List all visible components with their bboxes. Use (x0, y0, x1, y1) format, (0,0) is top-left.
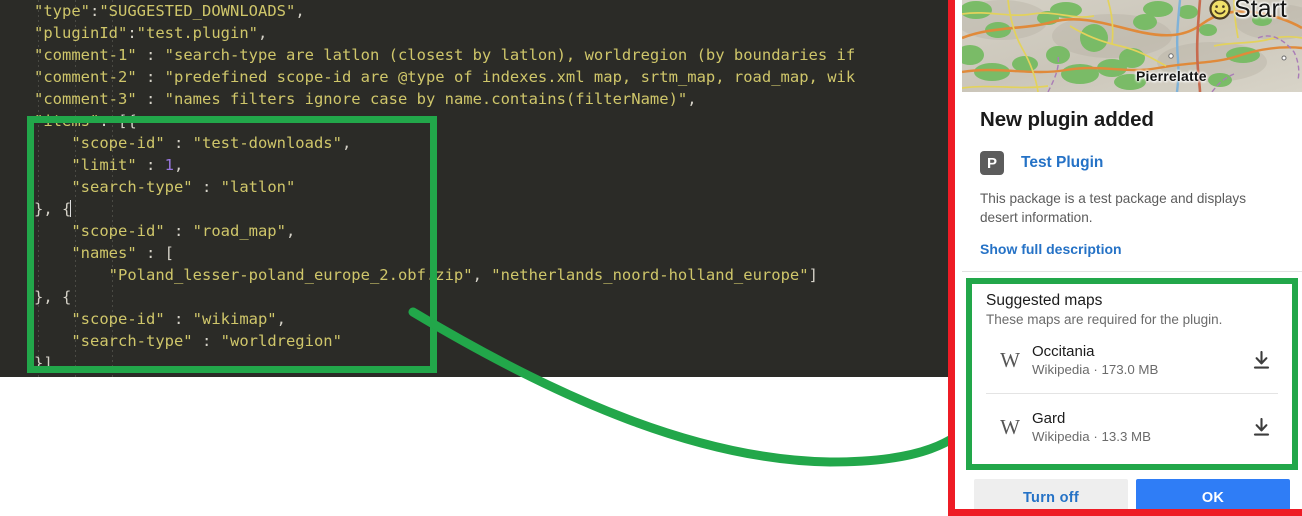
dialog-body: New plugin added P Test Plugin This pack… (962, 92, 1302, 257)
plugin-name-link[interactable]: Test Plugin (1021, 154, 1103, 172)
map-preview[interactable]: Start Pierrelatte (962, 0, 1302, 92)
suggested-map-text: Occitania Wikipedia · 173.0 MB (1032, 343, 1244, 377)
suggested-maps-subtitle: These maps are required for the plugin. (986, 312, 1223, 327)
map-place-label: Pierrelatte (1136, 68, 1207, 84)
code-content[interactable]: "type":"SUGGESTED_DOWNLOADS", "pluginId":… (0, 0, 855, 374)
suggested-map-row[interactable]: W Occitania Wikipedia · 173.0 MB (986, 327, 1278, 393)
suggested-maps-title: Suggested maps (986, 292, 1103, 309)
screenshot-root: "type":"SUGGESTED_DOWNLOADS", "pluginId":… (0, 0, 1302, 516)
map-start-label: Start (1234, 0, 1287, 23)
suggested-maps-section: Suggested maps These maps are required f… (972, 284, 1292, 464)
ok-button[interactable]: OK (1136, 479, 1290, 509)
code-line: }] (34, 354, 53, 372)
code-editor-pane[interactable]: "type":"SUGGESTED_DOWNLOADS", "pluginId":… (0, 0, 950, 377)
download-icon[interactable] (1244, 350, 1278, 370)
code-line: "comment-2" : "predefined scope-id are @… (34, 68, 856, 86)
code-line: "comment-1" : "search-type are latlon (c… (34, 46, 856, 64)
code-line: "scope-id" : "test-downloads", (71, 134, 352, 152)
code-line: "search-type" : "worldregion" (71, 332, 342, 350)
turn-off-button[interactable]: Turn off (974, 479, 1128, 509)
suggested-map-meta: Wikipedia · 13.3 MB (1032, 429, 1151, 444)
plugin-description: This package is a test package and displ… (980, 191, 1246, 225)
code-line: }, { (34, 200, 72, 218)
wikipedia-icon: W (1000, 414, 1020, 439)
plugin-dialog[interactable]: Start Pierrelatte New plugin added P Tes… (962, 0, 1302, 509)
show-full-description-link[interactable]: Show full description (980, 241, 1284, 257)
suggested-map-row[interactable]: W Gard Wikipedia · 13.3 MB (986, 393, 1278, 460)
suggested-map-name: Gard (1032, 410, 1066, 427)
wikipedia-icon: W (1000, 347, 1020, 372)
code-line: }, { (34, 288, 72, 306)
code-line: "limit" : 1, (71, 156, 184, 174)
code-line: "comment-3" : "names filters ignore case… (34, 90, 697, 108)
suggested-map-text: Gard Wikipedia · 13.3 MB (1032, 410, 1244, 444)
plugin-badge-icon: P (980, 151, 1004, 175)
plugin-dialog-red-highlight-box: Start Pierrelatte New plugin added P Tes… (948, 0, 1302, 516)
suggested-map-meta: Wikipedia · 173.0 MB (1032, 362, 1159, 377)
start-point-marker-icon (1209, 0, 1231, 20)
suggested-map-name: Occitania (1032, 343, 1095, 360)
code-line: "scope-id" : "wikimap", (71, 310, 286, 328)
text-caret (70, 200, 72, 217)
divider (962, 271, 1302, 272)
suggested-maps-green-highlight-box: Suggested maps These maps are required f… (966, 278, 1298, 470)
code-line: "items": [{ (34, 112, 137, 130)
dialog-actions: Turn off OK (962, 470, 1302, 509)
code-line: "Poland_lesser-poland_europe_2.obf.zip",… (108, 266, 818, 284)
code-line: "type":"SUGGESTED_DOWNLOADS", (34, 2, 305, 20)
code-line: "names" : [ (71, 244, 174, 262)
code-line: "pluginId":"test.plugin", (34, 24, 268, 42)
download-icon[interactable] (1244, 417, 1278, 437)
code-line: "scope-id" : "road_map", (71, 222, 296, 240)
code-line: "search-type" : "latlon" (71, 178, 296, 196)
dialog-title: New plugin added (980, 108, 1154, 131)
plugin-row[interactable]: P Test Plugin (980, 151, 1284, 175)
